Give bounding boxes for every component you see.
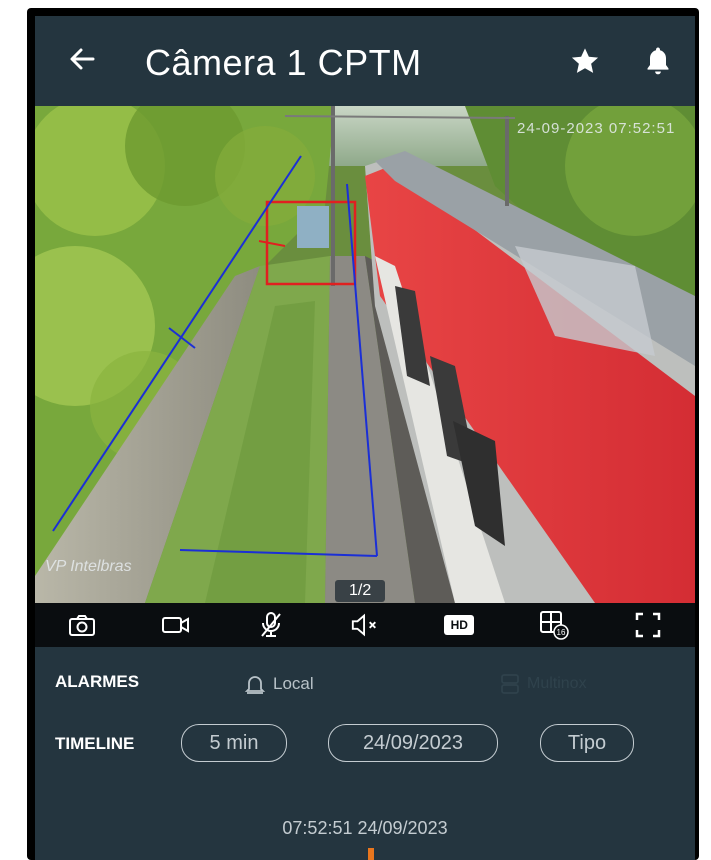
bell-outline-icon	[244, 676, 266, 694]
bell-icon[interactable]	[643, 45, 673, 77]
camera-watermark: VP Intelbras	[45, 558, 132, 575]
star-icon[interactable]	[569, 45, 601, 77]
video-control-bar: HD 16	[35, 603, 695, 647]
hd-quality-button[interactable]: HD	[444, 610, 475, 640]
interval-value: 5 min	[209, 731, 259, 754]
footer-date: 24/09/2023	[357, 818, 448, 838]
date-selector[interactable]: 24/09/2023	[328, 724, 498, 762]
hd-quality-icon: HD	[444, 615, 475, 635]
overlay-timestamp: 24-09-2023 07:52:51	[517, 120, 676, 137]
footer-time: 07:52:51	[282, 818, 353, 838]
type-selector[interactable]: Tipo	[540, 724, 634, 762]
video-record-icon[interactable]	[161, 610, 191, 640]
timeline-timestamp: 07:52:51 24/09/2023	[35, 818, 695, 839]
page-indicator: 1/2	[335, 580, 386, 602]
timeline-label: TIMELINE	[55, 734, 135, 753]
page-title: Câmera 1 CPTM	[145, 42, 422, 83]
arrow-left-icon[interactable]	[65, 42, 99, 76]
timeline-cursor[interactable]	[368, 848, 374, 860]
mic-off-icon[interactable]	[256, 610, 286, 640]
speaker-mute-icon[interactable]	[350, 610, 380, 640]
multinox-alarm-label: Multinox	[527, 675, 587, 692]
server-icon	[501, 674, 519, 694]
camera-feed[interactable]: 24-09-2023 07:52:51 VP Intelbras 1/2	[35, 106, 695, 603]
multinox-alarm-button[interactable]: Multinox	[499, 672, 587, 696]
camera-snapshot-icon[interactable]	[67, 610, 97, 640]
local-alarm-label: Local	[273, 674, 314, 693]
type-value: Tipo	[567, 731, 607, 754]
date-value: 24/09/2023	[362, 731, 464, 754]
grid-count-label: 16	[556, 628, 565, 637]
app-screen: Câmera 1 CPTM 24-09-2023 07:52:51 VP Int…	[35, 16, 695, 860]
interval-selector[interactable]: 5 min	[181, 724, 287, 762]
grid-16-icon[interactable]: 16	[539, 610, 569, 640]
alarms-label: ALARMES	[55, 672, 140, 691]
fullscreen-icon[interactable]	[633, 610, 663, 640]
top-bar: Câmera 1 CPTM	[35, 16, 695, 106]
local-alarm-button[interactable]: Local	[243, 672, 314, 696]
